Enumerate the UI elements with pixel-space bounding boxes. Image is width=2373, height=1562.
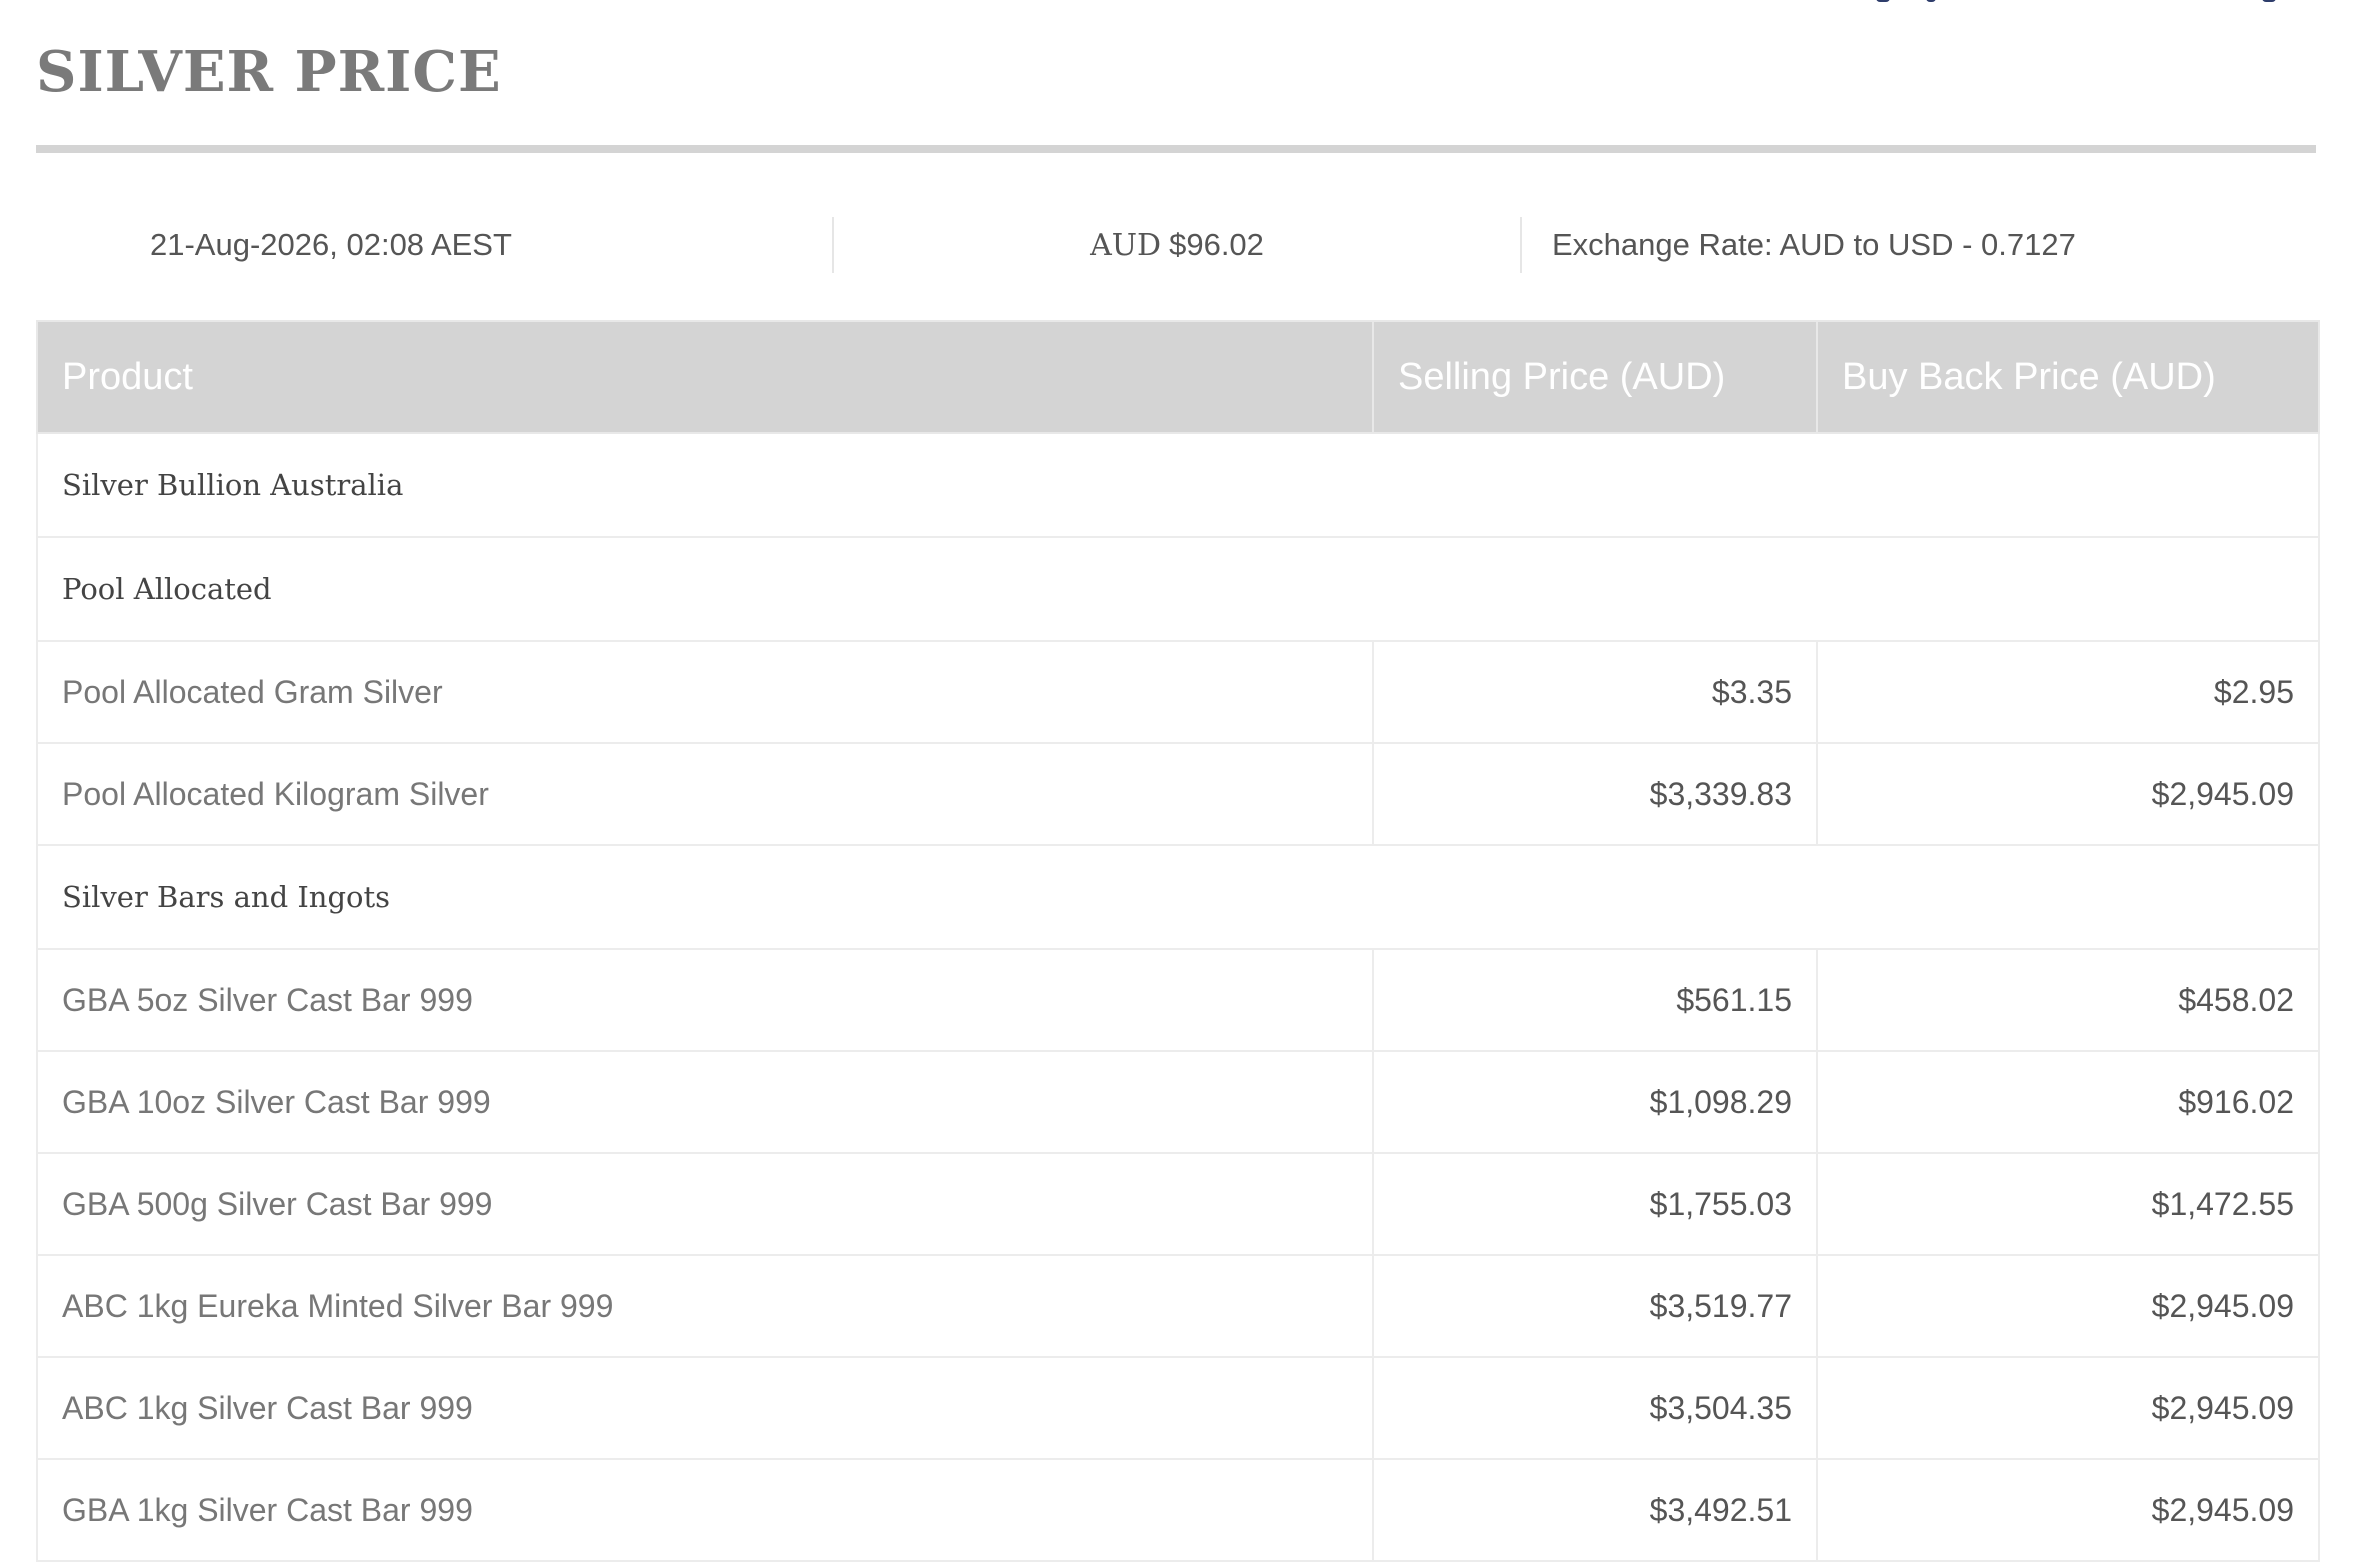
silver-price-page: SILVER PRICE 21-Aug-2026, 02:08 AEST AUD… (36, 0, 2320, 1562)
buyback-price: $458.02 (1816, 948, 2320, 1052)
product-name: GBA 1kg Silver Cast Bar 999 (36, 1458, 1374, 1562)
product-name: Pool Allocated Gram Silver (36, 640, 1374, 744)
spot-price-currency: AUD (1090, 227, 1162, 263)
table-row: Pool Allocated Gram Silver $3.35 $2.95 (36, 640, 2320, 744)
exchange-rate: Exchange Rate: AUD to USD - 0.7127 (1522, 217, 2316, 273)
selling-price: $561.15 (1372, 948, 1818, 1052)
product-name: GBA 10oz Silver Cast Bar 999 (36, 1050, 1374, 1154)
selling-price: $3,504.35 (1372, 1356, 1818, 1460)
title-divider (36, 145, 2316, 153)
table-row: GBA 500g Silver Cast Bar 999 $1,755.03 $… (36, 1152, 2320, 1256)
buyback-price: $916.02 (1816, 1050, 2320, 1154)
spot-price-value: $96.02 (1169, 227, 1264, 262)
product-name: GBA 500g Silver Cast Bar 999 (36, 1152, 1374, 1256)
table-row: GBA 10oz Silver Cast Bar 999 $1,098.29 $… (36, 1050, 2320, 1154)
selling-price: $3,492.51 (1372, 1458, 1818, 1562)
page-title: SILVER PRICE (36, 39, 502, 105)
selling-price: $3,339.83 (1372, 742, 1818, 846)
table-row: GBA 1kg Silver Cast Bar 999 $3,492.51 $2… (36, 1458, 2320, 1562)
group-label: Silver Bullion Australia (36, 432, 2320, 538)
column-header-selling-price: Selling Price (AUD) (1372, 320, 1818, 434)
product-name: ABC 1kg Silver Cast Bar 999 (36, 1356, 1374, 1460)
buyback-price: $2,945.09 (1816, 1458, 2320, 1562)
selling-price: $1,098.29 (1372, 1050, 1818, 1154)
group-row: Silver Bars and Ingots (36, 844, 2320, 950)
group-row: Silver Bullion Australia (36, 432, 2320, 538)
table-row: Pool Allocated Kilogram Silver $3,339.83… (36, 742, 2320, 846)
selling-price: $1,755.03 (1372, 1152, 1818, 1256)
buyback-price: $2,945.09 (1816, 1356, 2320, 1460)
selling-price: $3,519.77 (1372, 1254, 1818, 1358)
selling-price: $3.35 (1372, 640, 1818, 744)
buyback-price: $1,472.55 (1816, 1152, 2320, 1256)
group-label: Pool Allocated (36, 536, 2320, 642)
spot-price: AUD $96.02 (834, 217, 1522, 273)
table-header-row: Product Selling Price (AUD) Buy Back Pri… (36, 320, 2320, 434)
product-name: Pool Allocated Kilogram Silver (36, 742, 1374, 846)
group-label: Silver Bars and Ingots (36, 844, 2320, 950)
price-timestamp: 21-Aug-2026, 02:08 AEST (36, 217, 834, 273)
column-header-product: Product (36, 320, 1374, 434)
buyback-price: $2,945.09 (1816, 1254, 2320, 1358)
header-fragment (1876, 0, 2276, 4)
table-row: GBA 5oz Silver Cast Bar 999 $561.15 $458… (36, 948, 2320, 1052)
timestamp-text: 21-Aug-2026, 02:08 AEST (150, 227, 512, 262)
exchange-rate-text: Exchange Rate: AUD to USD - 0.7127 (1552, 227, 2076, 262)
column-header-buyback-price: Buy Back Price (AUD) (1816, 320, 2320, 434)
buyback-price: $2,945.09 (1816, 742, 2320, 846)
product-name: ABC 1kg Eureka Minted Silver Bar 999 (36, 1254, 1374, 1358)
price-info-bar: 21-Aug-2026, 02:08 AEST AUD $96.02 Excha… (36, 200, 2316, 290)
group-row: Pool Allocated (36, 536, 2320, 642)
silver-price-table: Product Selling Price (AUD) Buy Back Pri… (36, 320, 2320, 1562)
product-name: GBA 5oz Silver Cast Bar 999 (36, 948, 1374, 1052)
buyback-price: $2.95 (1816, 640, 2320, 744)
table-row: ABC 1kg Eureka Minted Silver Bar 999 $3,… (36, 1254, 2320, 1358)
table-row: ABC 1kg Silver Cast Bar 999 $3,504.35 $2… (36, 1356, 2320, 1460)
